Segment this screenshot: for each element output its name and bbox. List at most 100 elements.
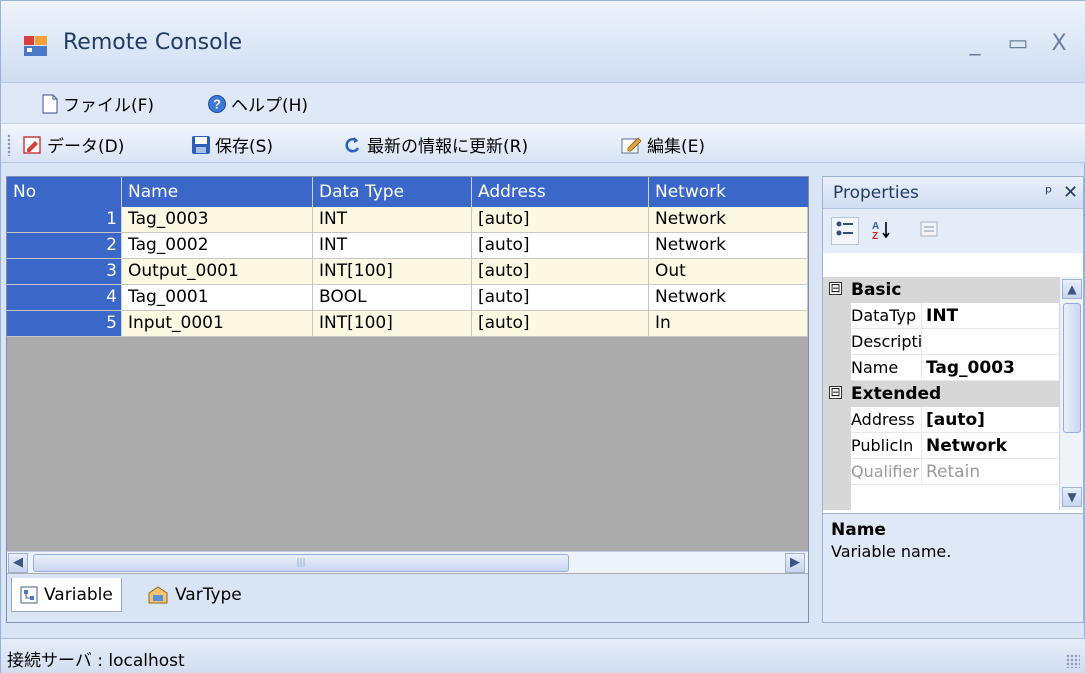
category-extended[interactable]: ⊟ Extended (823, 381, 1059, 407)
property-value[interactable]: Network (921, 433, 1059, 459)
tab-variable-label: Variable (44, 584, 113, 605)
horizontal-scrollbar[interactable]: ◀ ||| ▶ (7, 551, 808, 573)
cell-name[interactable]: Tag_0002 (122, 233, 313, 259)
property-row[interactable]: Name Tag_0003 (823, 355, 1059, 381)
cell-name[interactable]: Tag_0001 (122, 285, 313, 311)
property-name: Name (851, 355, 921, 381)
cell-address[interactable]: [auto] (472, 259, 649, 285)
toolbar-refresh-button[interactable]: 最新の情報に更新(R) (343, 132, 528, 157)
menu-file[interactable]: ファイル(F) (41, 91, 154, 116)
cell-network[interactable]: In (649, 311, 808, 337)
cell-address[interactable]: [auto] (472, 233, 649, 259)
close-button[interactable]: X (1045, 31, 1073, 57)
toolbar-save-button[interactable]: 保存(S) (191, 132, 273, 157)
column-header-network[interactable]: Network (649, 177, 808, 207)
cell-data-type[interactable]: INT[100] (313, 311, 472, 337)
menu-help-label: ヘルプ(H) (231, 96, 309, 116)
cell-network[interactable]: Network (649, 233, 808, 259)
scroll-right-icon[interactable]: ▶ (785, 553, 805, 573)
property-value[interactable]: Retain (921, 459, 1059, 485)
row-number[interactable]: 4 (7, 285, 122, 311)
property-value[interactable]: Tag_0003 (921, 355, 1059, 381)
property-name: Qualifier (851, 459, 921, 485)
data-icon (23, 135, 41, 154)
property-value[interactable]: [auto] (921, 407, 1059, 433)
menu-file-label: ファイル(F) (63, 96, 155, 116)
pin-icon[interactable]: ᵖ (1045, 183, 1052, 203)
category-basic-label: Basic (851, 280, 902, 300)
column-header-address[interactable]: Address (472, 177, 649, 207)
cell-name[interactable]: Tag_0003 (122, 207, 313, 233)
refresh-icon (345, 136, 360, 152)
cell-data-type[interactable]: INT (313, 207, 472, 233)
tab-vartype[interactable]: VarType (139, 578, 250, 612)
toolbar-data-button[interactable]: データ(D) (23, 132, 124, 157)
table-row[interactable]: 1 Tag_0003 INT [auto] Network (7, 207, 808, 233)
cell-data-type[interactable]: INT[100] (313, 259, 472, 285)
property-name: DataTyp (851, 303, 921, 329)
scroll-down-icon[interactable]: ▼ (1062, 487, 1082, 507)
category-basic[interactable]: ⊟ Basic (823, 277, 1059, 303)
property-value[interactable]: INT (921, 303, 1059, 329)
variable-icon (20, 586, 38, 603)
cell-data-type[interactable]: BOOL (313, 285, 472, 311)
toolbar-save-label: 保存(S) (215, 137, 274, 157)
column-header-no[interactable]: No (7, 177, 122, 207)
toolbar-grip[interactable] (7, 134, 11, 156)
row-number[interactable]: 3 (7, 259, 122, 285)
minimize-button[interactable]: _ (961, 31, 989, 57)
table-row[interactable]: 4 Tag_0001 BOOL [auto] Network (7, 285, 808, 311)
cell-network[interactable]: Out (649, 259, 808, 285)
title-bar[interactable]: Remote Console _ ▭ X (1, 1, 1085, 83)
description-text: Variable name. (831, 542, 952, 561)
cell-data-type[interactable]: INT (313, 233, 472, 259)
vertical-scrollbar[interactable]: ▲ ▼ (1059, 277, 1083, 510)
collapse-icon[interactable]: ⊟ (829, 282, 842, 295)
property-name: Descripti (851, 329, 921, 355)
menu-help[interactable]: ? ヘルプ(H) (207, 91, 308, 116)
categorized-icon[interactable] (831, 217, 859, 245)
cell-name[interactable]: Output_0001 (122, 259, 313, 285)
scroll-up-icon[interactable]: ▲ (1062, 279, 1082, 299)
row-number[interactable]: 1 (7, 207, 122, 233)
table-row[interactable]: 3 Output_0001 INT[100] [auto] Out (7, 259, 808, 285)
scrollbar-thumb[interactable] (1063, 303, 1081, 433)
tab-variable[interactable]: Variable (11, 578, 122, 612)
property-row[interactable]: Address [auto] (823, 407, 1059, 433)
property-row[interactable]: Qualifier Retain (823, 459, 1059, 485)
cell-address[interactable]: [auto] (472, 311, 649, 337)
properties-panel: Properties ᵖ ✕ A Z ⊟ Basic DataTyp INT D… (822, 176, 1084, 623)
row-number[interactable]: 5 (7, 311, 122, 337)
cell-name[interactable]: Input_0001 (122, 311, 313, 337)
row-number[interactable]: 2 (7, 233, 122, 259)
table-row[interactable]: 5 Input_0001 INT[100] [auto] In (7, 311, 808, 337)
column-header-name[interactable]: Name (122, 177, 313, 207)
table-row[interactable]: 2 Tag_0002 INT [auto] Network (7, 233, 808, 259)
property-row[interactable]: DataTyp INT (823, 303, 1059, 329)
tab-strip: Variable VarType (7, 574, 808, 622)
property-row[interactable]: Descripti (823, 329, 1059, 355)
cell-address[interactable]: [auto] (472, 207, 649, 233)
resize-grip-icon[interactable] (1066, 654, 1080, 668)
document-icon (42, 93, 58, 114)
status-bar: 接続サーバ : localhost (1, 638, 1085, 673)
cell-network[interactable]: Network (649, 285, 808, 311)
close-icon[interactable]: ✕ (1063, 182, 1078, 203)
property-pages-icon[interactable] (915, 217, 943, 245)
scrollbar-thumb[interactable]: ||| (33, 554, 569, 572)
property-value[interactable] (921, 329, 1059, 355)
cell-network[interactable]: Network (649, 207, 808, 233)
variable-grid: No Name Data Type Address Network 1 Tag_… (6, 176, 809, 623)
collapse-icon[interactable]: ⊟ (829, 386, 842, 399)
toolbar-edit-label: 編集(E) (647, 137, 706, 157)
scroll-left-icon[interactable]: ◀ (8, 553, 28, 573)
sort-az-icon[interactable]: A Z (867, 217, 895, 245)
column-header-data-type[interactable]: Data Type (313, 177, 472, 207)
description-title: Name (831, 520, 886, 540)
property-grid: ⊟ Basic DataTyp INT Descripti Name Tag_0… (823, 277, 1083, 510)
grid-header: No Name Data Type Address Network (7, 177, 808, 207)
maximize-button[interactable]: ▭ (1004, 31, 1032, 57)
toolbar-edit-button[interactable]: 編集(E) (621, 132, 705, 157)
cell-address[interactable]: [auto] (472, 285, 649, 311)
property-row[interactable]: PublicIn Network (823, 433, 1059, 459)
